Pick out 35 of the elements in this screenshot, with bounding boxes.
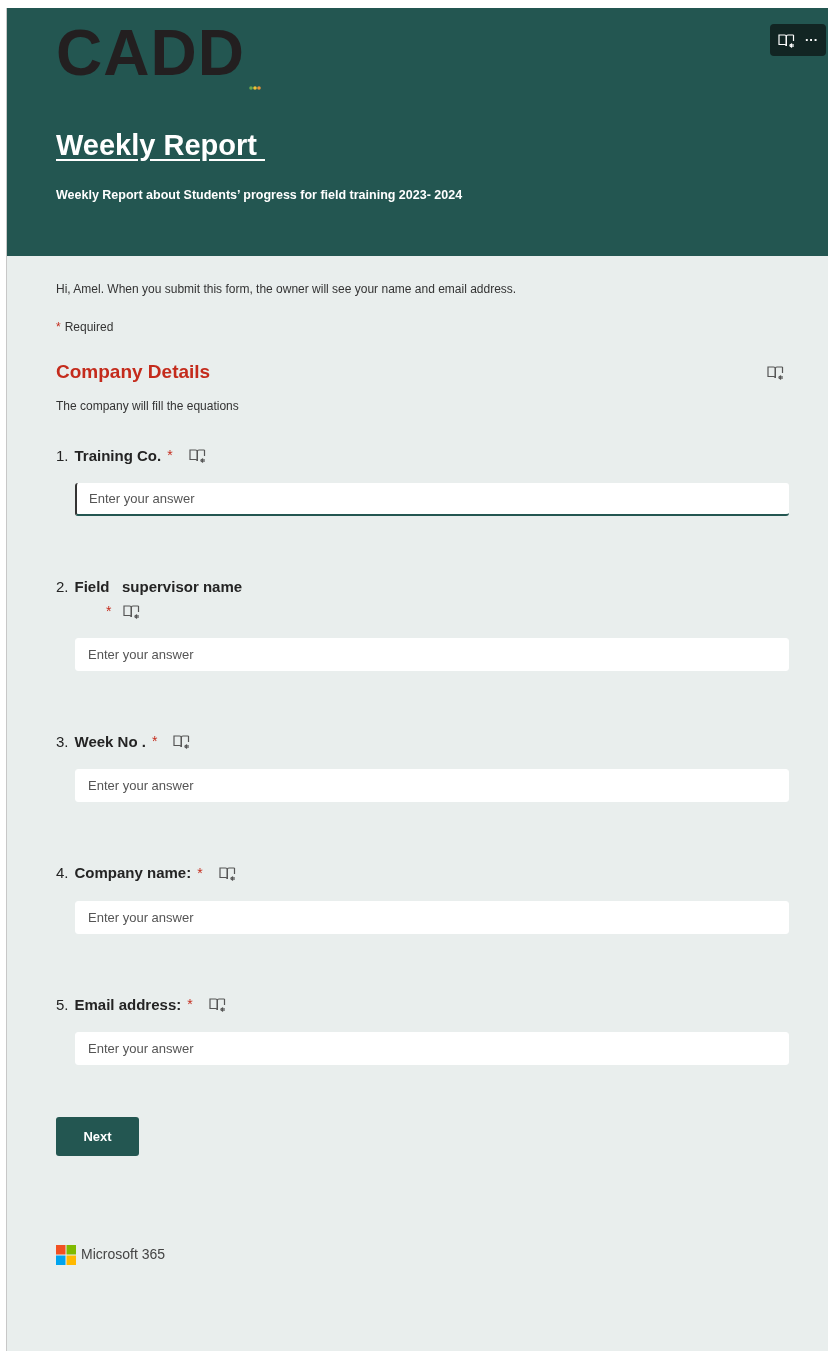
section-description: The company will fill the equations [56,397,240,415]
immersive-reader-icon[interactable] [218,865,236,881]
logo-dots-icon [249,86,261,90]
form-title: Weekly Report [56,128,258,163]
microsoft-logo-icon [56,1244,76,1265]
question-number: 3. [56,731,69,752]
question-title: Training Co. [74,445,162,466]
required-asterisk: * [151,732,158,752]
question-number: 5. [56,994,69,1015]
immersive-reader-icon[interactable] [173,734,191,750]
notice-text: Hi, Amel. When you submit this form, the owner will see your name and email address. [56,281,518,298]
answer-field[interactable]: Enter your answer [75,483,789,516]
question-title: Field supervisor name [74,577,243,597]
required-asterisk: * [167,446,173,466]
question-number: 1. [56,445,69,466]
brand-name: Microsoft 365 [81,1245,166,1264]
form-subtitle: Weekly Report about Students’ progress for field training 2023- 2024 [56,186,464,204]
required-asterisk: * [56,319,61,336]
immersive-reader-icon[interactable] [208,997,226,1013]
question-number: 2. [56,577,69,597]
question-title: Email address: [74,994,182,1015]
required-asterisk: * [197,863,203,883]
question-number: 4. [56,863,69,883]
section-title: Company Details [56,360,211,384]
immersive-reader-icon[interactable] [778,32,795,48]
immersive-reader-icon[interactable] [767,364,784,380]
immersive-reader-icon[interactable] [123,603,141,619]
more-button[interactable]: ··· [805,30,818,50]
next-button[interactable]: Next [56,1117,139,1156]
required-asterisk: * [187,995,193,1015]
required-label: Required [64,319,114,336]
question-title: Week No . [74,731,146,752]
question-title: Company name: [74,863,192,883]
required-asterisk: * [106,601,112,621]
immersive-reader-icon[interactable] [188,448,206,464]
